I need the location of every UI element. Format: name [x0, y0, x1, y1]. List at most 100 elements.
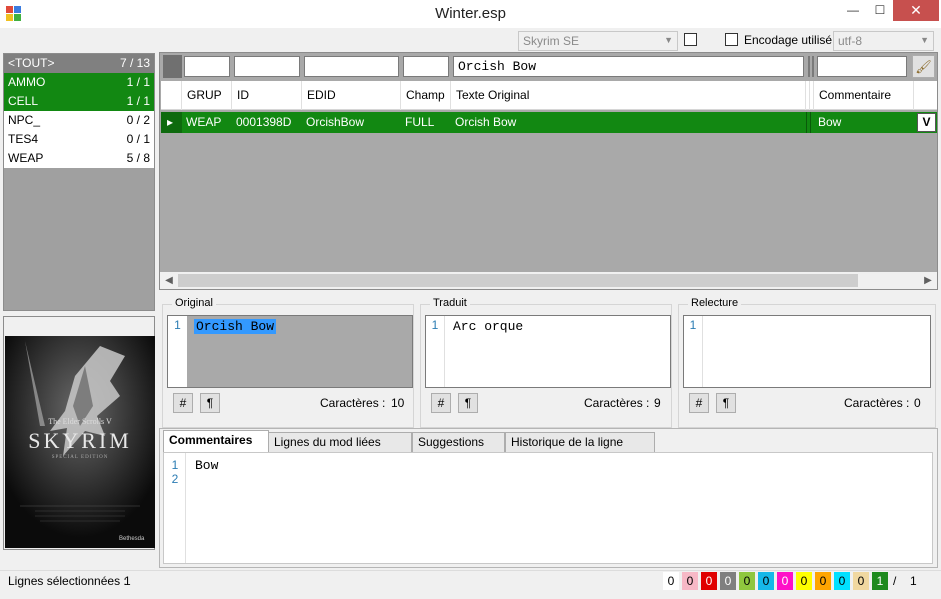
tab-historique[interactable]: Historique de la ligne: [505, 432, 655, 452]
list-item-cell[interactable]: CELL 1 / 1: [4, 92, 154, 111]
list-item-npc[interactable]: NPC_ 0 / 2: [4, 111, 154, 130]
status-total: 1: [910, 574, 917, 588]
status-counter-cyan: 0: [834, 572, 850, 590]
status-counter-magenta: 0: [777, 572, 793, 590]
cell-divider: [810, 112, 811, 133]
record-type-list[interactable]: <TOUT> 7 / 13 AMMO 1 / 1 CELL 1 / 1 NPC_…: [3, 53, 155, 311]
traduit-chars-count: 9: [654, 396, 661, 410]
original-chars-count: 10: [391, 396, 405, 410]
column-header-champ[interactable]: Champ: [401, 81, 451, 110]
status-counter-blue: 0: [758, 572, 774, 590]
strings-grid[interactable]: Orcish Bow 🖌 GRUP ID EDID Champ Texte Or…: [159, 52, 938, 290]
list-item-label: TES4: [8, 132, 39, 146]
list-item-weap[interactable]: WEAP 5 / 8: [4, 149, 154, 168]
tab-commentaires[interactable]: Commentaires: [163, 430, 269, 453]
encoding-label: Encodage utilisé: [744, 33, 833, 47]
cell-texte-original[interactable]: Orcish Bow: [451, 112, 806, 133]
grid-header: GRUP ID EDID Champ Texte Original Commen…: [161, 81, 937, 110]
status-counter-beige: 0: [853, 572, 869, 590]
tab-lignes-liees[interactable]: Lignes du mod liées: [268, 432, 412, 452]
filter-text-input[interactable]: Orcish Bow: [453, 56, 804, 77]
selected-lines-label: Lignes sélectionnées :: [8, 574, 127, 588]
original-editor[interactable]: 1 Orcish Bow: [167, 315, 413, 388]
filter-grup-input[interactable]: [184, 56, 230, 77]
encoding-select-value: utf-8: [838, 34, 863, 48]
game-select[interactable]: Skyrim SE ▼: [518, 31, 678, 51]
filter-edid-input[interactable]: [304, 56, 399, 77]
relecture-legend: Relecture: [688, 297, 742, 309]
original-legend: Original: [172, 297, 216, 309]
scroll-left-icon[interactable]: ◀: [162, 273, 176, 288]
pilcrow-button[interactable]: ¶: [458, 393, 478, 413]
window-title: Winter.esp: [435, 5, 506, 22]
maximize-button[interactable]: ☐: [864, 0, 896, 21]
original-chars-label: Caractères :: [320, 396, 386, 410]
scrollbar-thumb[interactable]: [178, 274, 858, 287]
chevron-down-icon: ▼: [664, 35, 673, 45]
cell-commentaire[interactable]: Bow: [814, 112, 914, 133]
validated-flag[interactable]: V: [917, 113, 936, 132]
cell-id[interactable]: 0001398D: [232, 112, 302, 133]
filter-spacer: [808, 56, 810, 77]
cell-edid[interactable]: OrcishBow: [302, 112, 401, 133]
list-item-count: 1 / 1: [126, 75, 150, 89]
traduit-chars-label: Caractères :: [584, 396, 650, 410]
comments-editor[interactable]: 1 2 Bow: [163, 452, 933, 564]
list-item-count: 0 / 1: [126, 132, 150, 146]
cell-champ[interactable]: FULL: [401, 112, 451, 133]
game-cover-panel: The Elder Scrolls V SKYRIM SPECIAL EDITI…: [3, 316, 155, 550]
cover-title: SKYRIM: [28, 428, 132, 453]
list-item-ammo[interactable]: AMMO 1 / 1: [4, 73, 154, 92]
list-item-count: 0 / 2: [126, 113, 150, 127]
filter-champ-input[interactable]: [403, 56, 449, 77]
list-item-label: <TOUT>: [8, 56, 55, 70]
traduit-editor[interactable]: 1 Arc orque: [425, 315, 671, 388]
clear-filter-brush-icon[interactable]: 🖌: [912, 55, 935, 78]
list-item-tes4[interactable]: TES4 0 / 1: [4, 130, 154, 149]
row-pointer-icon: ▸: [161, 112, 182, 133]
filter-id-input[interactable]: [234, 56, 300, 77]
game-cover-image: The Elder Scrolls V SKYRIM SPECIAL EDITI…: [5, 336, 155, 548]
filter-comment-input[interactable]: [817, 56, 907, 77]
status-separator: /: [893, 574, 897, 588]
chevron-down-icon: ▼: [920, 35, 929, 45]
cover-series: The Elder Scrolls V: [48, 417, 112, 426]
hash-button[interactable]: #: [689, 393, 709, 413]
hash-button[interactable]: #: [431, 393, 451, 413]
column-header-texte-original[interactable]: Texte Original: [451, 81, 806, 110]
tab-suggestions[interactable]: Suggestions: [412, 432, 505, 452]
list-item-all[interactable]: <TOUT> 7 / 13: [4, 54, 154, 73]
column-header-commentaire[interactable]: Commentaire: [814, 81, 914, 110]
status-counter-gray: 0: [720, 572, 736, 590]
encoding-checkbox[interactable]: [725, 33, 738, 46]
game-select-value: Skyrim SE: [523, 34, 580, 48]
column-header-edid[interactable]: EDID: [302, 81, 401, 110]
close-button[interactable]: ✕: [893, 0, 939, 21]
list-item-count: 5 / 8: [126, 151, 150, 165]
list-item-label: AMMO: [8, 75, 46, 89]
cell-divider: [806, 112, 807, 133]
hash-button[interactable]: #: [173, 393, 193, 413]
filter-spacer: [812, 56, 814, 77]
comments-text: Bow: [195, 458, 219, 473]
game-checkbox[interactable]: [684, 33, 697, 46]
relecture-chars-count: 0: [914, 396, 921, 410]
relecture-editor[interactable]: 1: [683, 315, 931, 388]
cell-grup[interactable]: WEAP: [182, 112, 232, 133]
status-counter-white: 0: [663, 572, 679, 590]
status-counter-yellow: 0: [796, 572, 812, 590]
traduit-group: Traduit 1 Arc orque # ¶ Caractères : 9: [420, 297, 672, 428]
line-number: 1: [684, 316, 703, 387]
original-text: Orcish Bow: [194, 319, 277, 334]
pilcrow-button[interactable]: ¶: [200, 393, 220, 413]
pilcrow-button[interactable]: ¶: [716, 393, 736, 413]
publisher-logo: Bethesda: [119, 536, 145, 542]
traduit-legend: Traduit: [430, 297, 470, 309]
cover-edition: SPECIAL EDITION: [51, 455, 109, 460]
original-group: Original 1 Orcish Bow # ¶ Caractères : 1…: [162, 297, 414, 428]
horizontal-scrollbar[interactable]: ◀ ▶: [160, 272, 937, 289]
scroll-right-icon[interactable]: ▶: [921, 273, 935, 288]
column-header-id[interactable]: ID: [232, 81, 302, 110]
encoding-select[interactable]: utf-8 ▼: [833, 31, 934, 51]
column-header-grup[interactable]: GRUP: [182, 81, 232, 110]
